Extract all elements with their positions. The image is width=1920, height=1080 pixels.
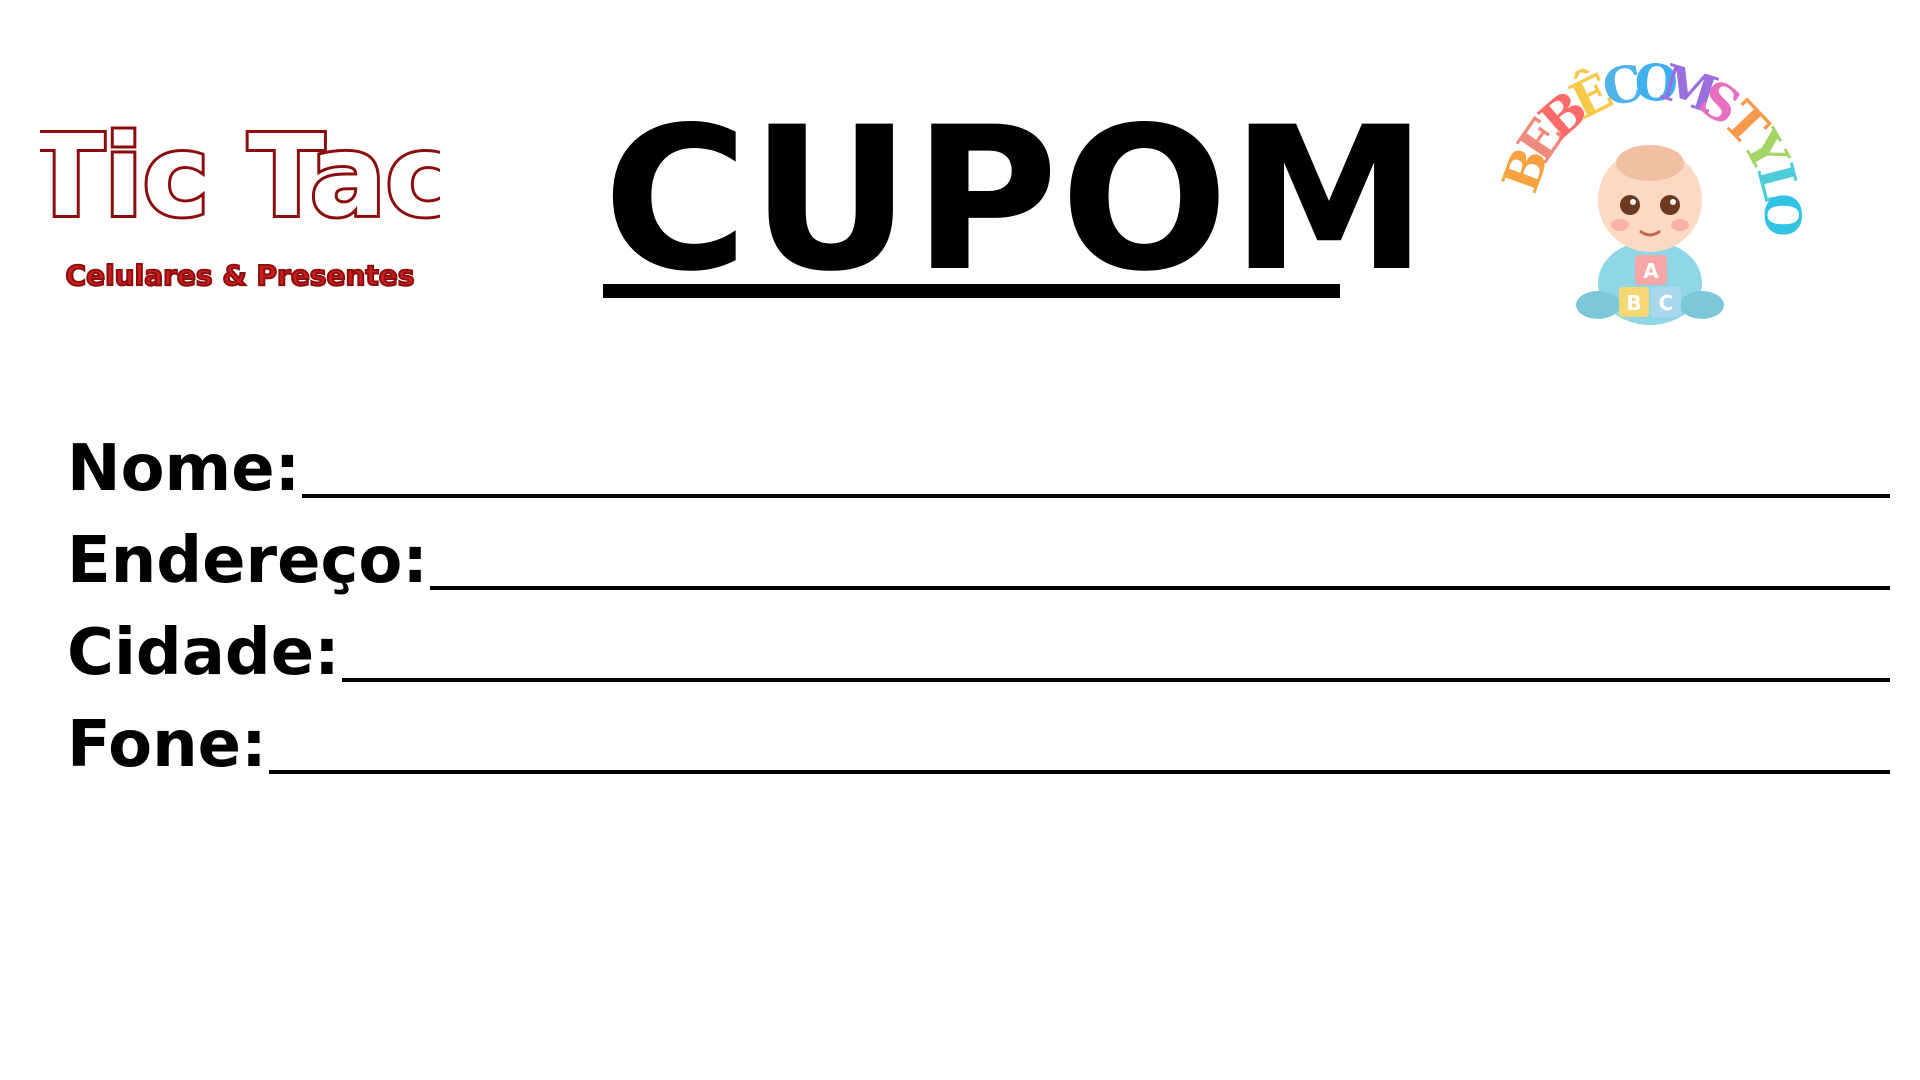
page-title: CUPOM: [603, 84, 1430, 315]
fone-label: Fone:: [67, 708, 267, 782]
tictac-logo: Tic Tac Celulares & Presentes: [40, 95, 440, 310]
logo-arc-letter: O: [1753, 193, 1812, 237]
block-letter-b: B: [1626, 291, 1641, 315]
form-row-cidade: Cidade:: [67, 596, 1890, 688]
form-row-fone: Fone:: [67, 688, 1890, 780]
baby-illustration: A B C: [1576, 145, 1724, 325]
bebe-com-stylo-logo: BEBÊCOMSTYLO A B C: [1480, 55, 1820, 345]
form-row-endereco: Endereço:: [67, 504, 1890, 596]
endereco-label: Endereço:: [67, 524, 428, 598]
coupon-form: Nome: Endereço: Cidade: Fone:: [67, 412, 1890, 780]
cidade-label: Cidade:: [67, 616, 340, 690]
cidade-fill-line[interactable]: [341, 678, 1890, 682]
fone-fill-line[interactable]: [268, 770, 1890, 774]
nome-label: Nome:: [67, 432, 301, 506]
form-row-nome: Nome:: [67, 412, 1890, 504]
tictac-logo-subtitle: Celulares & Presentes: [66, 259, 415, 292]
endereco-fill-line[interactable]: [429, 586, 1890, 590]
block-letter-c: C: [1659, 291, 1674, 315]
bebe-logo-graphic: BEBÊCOMSTYLO A B C: [1491, 55, 1812, 325]
nome-fill-line[interactable]: [302, 494, 1890, 498]
block-letter-a: A: [1643, 259, 1659, 283]
title-underline: [603, 284, 1340, 298]
tictac-logo-name: Tic Tac: [40, 112, 440, 242]
tictac-logo-graphic: Tic Tac Celulares & Presentes: [40, 109, 440, 293]
